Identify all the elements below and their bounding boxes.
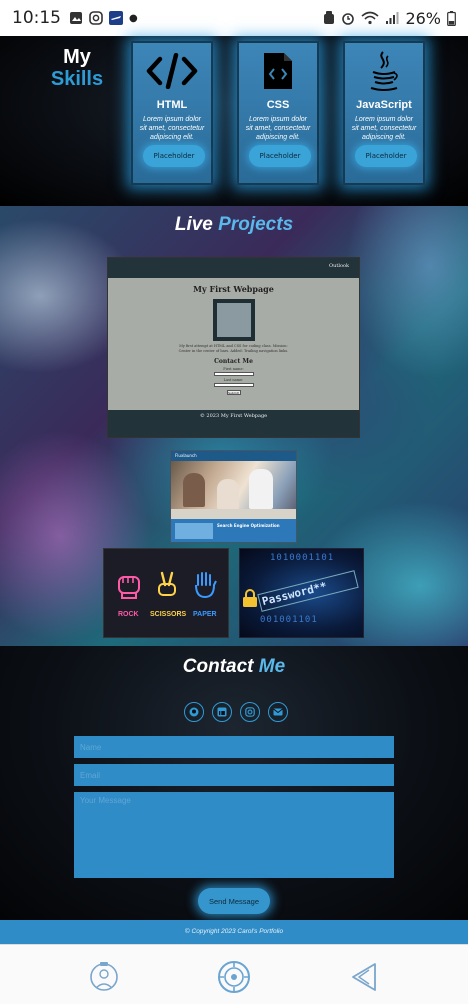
alarm-icon	[342, 13, 355, 25]
contact-heading-white: Contact	[182, 656, 254, 677]
copyright-text: © Copyright 2023 Carol's Portfolio	[184, 928, 284, 935]
projects-heading: Live Projects	[0, 214, 468, 236]
preview-nav-link: Outlook	[329, 263, 349, 269]
paper-hand-icon	[195, 572, 217, 599]
binary-digits-top: 1010001101	[270, 553, 335, 563]
seo-banner: Search Engine Optimization	[171, 519, 296, 542]
skills-heading-blue: Skills	[50, 68, 104, 90]
email-icon[interactable]	[268, 702, 288, 722]
paper-label: PAPER	[193, 611, 217, 618]
padlock-icon	[243, 589, 257, 607]
preview-contact-heading: Contact Me	[214, 358, 253, 365]
skills-heading-white: My	[63, 46, 91, 68]
preview-submit: Submit	[226, 390, 241, 395]
skill-card-css: CSS Lorem ipsum dolor sit amet, consecte…	[237, 41, 319, 185]
projects-heading-white: Live	[174, 214, 213, 235]
profile-badge-icon	[90, 962, 118, 991]
bottom-navigation	[0, 944, 468, 1004]
skill-description: Lorem ipsum dolor sit amet, consectetur …	[245, 116, 311, 141]
airline-notif-icon	[109, 11, 123, 25]
skill-description: Lorem ipsum dolor sit amet, consectetur …	[351, 116, 417, 141]
preview-footer-text: © 2023 My First Webpage	[199, 413, 268, 419]
page-footer: © Copyright 2023 Carol's Portfolio	[0, 920, 468, 944]
preview-last-field	[213, 383, 254, 387]
instagram-icon[interactable]	[240, 702, 260, 722]
status-bar: 10:15 ● 26%	[0, 0, 468, 36]
skill-placeholder-button[interactable]: Placeholder	[249, 145, 311, 167]
wifi-icon	[361, 11, 379, 25]
projects-heading-blue: Projects	[218, 214, 294, 235]
battery-percent: 26%	[405, 8, 441, 28]
project-seo-website[interactable]: Fluxlaunch Search Engine Optimization	[170, 450, 297, 543]
skill-description: Lorem ipsum dolor sit amet, consectetur …	[139, 116, 205, 141]
skill-name: CSS	[266, 99, 290, 111]
more-notifications-dot: ●	[129, 12, 138, 24]
contact-heading-blue: Me	[258, 656, 286, 677]
preview-first-field	[213, 372, 254, 376]
java-cup-icon	[370, 51, 398, 91]
preview-heading: My First Webpage	[193, 284, 274, 294]
nav-back-button[interactable]	[346, 959, 382, 995]
signal-icon	[386, 12, 399, 24]
instagram-notif-icon	[89, 11, 103, 25]
gallery-icon	[70, 12, 82, 24]
preview-navbar: Outlook	[108, 258, 359, 278]
code-icon	[146, 53, 198, 89]
project-rock-paper-scissors[interactable]: ROCK SCISSORS PAPER	[103, 548, 229, 638]
nav-center-button[interactable]	[216, 959, 252, 995]
preview-paragraph: My first attempt at HTML and CSS for cod…	[178, 344, 289, 353]
seo-headline: Search Engine Optimization	[217, 523, 280, 528]
seo-team-photo	[171, 461, 296, 519]
name-field[interactable]	[74, 736, 394, 758]
battery-icon	[447, 10, 456, 26]
preview-first-label: First name:	[223, 367, 244, 371]
skill-card-html: HTML Lorem ipsum dolor sit amet, consect…	[131, 41, 213, 185]
contact-heading: Contact Me	[0, 656, 468, 678]
seo-brand: Fluxlaunch	[171, 451, 296, 461]
preview-last-label: Last name:	[223, 378, 244, 382]
skill-card-javascript: JavaScript Lorem ipsum dolor sit amet, c…	[343, 41, 425, 185]
send-message-button[interactable]: Send Message	[198, 888, 270, 914]
rock-hand-icon	[118, 576, 140, 599]
css-file-icon	[264, 53, 292, 89]
data-saver-icon	[324, 11, 335, 24]
binary-digits-bottom: 001001101	[260, 615, 318, 625]
message-field[interactable]	[74, 792, 394, 878]
skills-heading: My Skills	[42, 46, 112, 90]
skill-placeholder-button[interactable]: Placeholder	[143, 145, 205, 167]
email-field[interactable]	[74, 764, 394, 786]
project-first-webpage[interactable]: Outlook My First Webpage My first attemp…	[107, 257, 360, 438]
compass-icon	[218, 961, 250, 993]
contact-section: Contact Me Send Message	[0, 646, 468, 920]
back-triangle-icon	[352, 963, 376, 991]
clock: 10:15	[12, 8, 61, 28]
nav-home-button[interactable]	[86, 959, 122, 995]
project-password-generator[interactable]: 1010001101 001001101 Password**	[239, 548, 364, 638]
password-word: Password**	[257, 570, 359, 612]
projects-section: Live Projects Outlook My First Webpage M…	[0, 206, 468, 646]
rock-label: ROCK	[118, 611, 139, 618]
preview-photo	[212, 299, 255, 341]
skills-section: My Skills HTML Lorem ipsum dolor sit ame…	[0, 36, 468, 206]
scissors-label: SCISSORS	[150, 611, 187, 618]
skill-name: JavaScript	[356, 99, 412, 111]
github-icon[interactable]	[184, 702, 204, 722]
preview-footer: © 2023 My First Webpage	[108, 410, 359, 437]
linkedin-icon[interactable]	[212, 702, 232, 722]
skill-name: HTML	[156, 99, 188, 111]
skill-placeholder-button[interactable]: Placeholder	[355, 145, 417, 167]
scissors-hand-icon	[158, 571, 176, 596]
